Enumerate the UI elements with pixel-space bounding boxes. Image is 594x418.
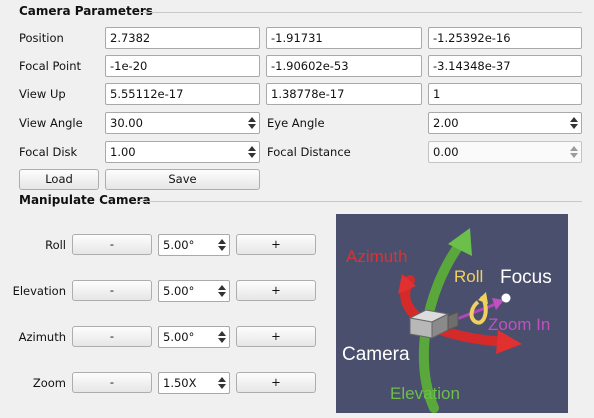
azimuth-step-spinbox[interactable]: 5.00° (158, 326, 230, 348)
eye-angle-label: Eye Angle (267, 116, 325, 130)
focal-disk-label: Focal Disk (19, 145, 78, 159)
diagram-roll-label: Roll (454, 267, 483, 286)
position-x-field[interactable]: 2.7382 (105, 27, 260, 49)
zoom-step-spinbox[interactable]: 1.50X (158, 372, 230, 394)
roll-step-spinbox[interactable]: 5.00° (158, 234, 230, 256)
azimuth-decrease-button[interactable]: - (72, 326, 152, 347)
diagram-zoom-in-label: Zoom In (488, 315, 550, 334)
spin-arrows-icon[interactable] (567, 142, 581, 162)
save-button[interactable]: Save (105, 169, 260, 190)
view-angle-spinbox[interactable]: 30.00 (105, 112, 260, 134)
diagram-elevation-label: Elevation (390, 384, 460, 403)
azimuth-increase-button[interactable]: + (236, 326, 316, 347)
focal-distance-spinbox[interactable]: 0.00 (428, 141, 582, 163)
group-divider (138, 12, 582, 13)
elevation-step-spinbox[interactable]: 5.00° (158, 280, 230, 302)
zoom-step-value: 1.50X (163, 376, 197, 390)
view-up-label: View Up (19, 87, 66, 101)
zoom-label: Zoom (32, 376, 66, 390)
group-divider (138, 201, 582, 202)
spin-arrows-icon[interactable] (245, 142, 259, 162)
manipulate-camera-title: Manipulate Camera (19, 193, 151, 207)
spin-arrows-icon[interactable] (215, 281, 229, 301)
diagram-camera-label: Camera (342, 344, 410, 365)
spin-arrows-icon[interactable] (215, 373, 229, 393)
focal-point-y-field[interactable]: -1.90602e-53 (266, 55, 422, 77)
view-angle-label: View Angle (19, 116, 83, 130)
camera-manipulation-diagram: Azimuth Roll Focus Zoom In Camera Elevat… (336, 214, 568, 413)
view-up-y-field[interactable]: 1.38778e-17 (266, 83, 422, 105)
elevation-decrease-button[interactable]: - (72, 280, 152, 301)
eye-angle-value: 2.00 (433, 116, 459, 130)
diagram-azimuth-label: Azimuth (346, 247, 407, 266)
view-up-x-field[interactable]: 5.55112e-17 (105, 83, 260, 105)
focus-point-icon (501, 293, 511, 303)
view-angle-value: 30.00 (110, 116, 143, 130)
position-y-field[interactable]: -1.91731 (266, 27, 422, 49)
focal-distance-value: 0.00 (433, 145, 459, 159)
spin-arrows-icon[interactable] (215, 327, 229, 347)
roll-step-value: 5.00° (163, 238, 195, 252)
camera-parameters-title: Camera Parameters (19, 4, 153, 18)
focal-disk-spinbox[interactable]: 1.00 (105, 141, 260, 163)
focal-distance-label: Focal Distance (267, 145, 351, 159)
spin-arrows-icon[interactable] (215, 235, 229, 255)
focal-point-z-field[interactable]: -3.14348e-37 (428, 55, 582, 77)
spin-arrows-icon[interactable] (245, 113, 259, 133)
zoom-decrease-button[interactable]: - (72, 372, 152, 393)
diagram-focus-label: Focus (500, 267, 552, 288)
spin-arrows-icon[interactable] (567, 113, 581, 133)
roll-decrease-button[interactable]: - (72, 234, 152, 255)
roll-label: Roll (45, 238, 66, 252)
roll-increase-button[interactable]: + (236, 234, 316, 255)
elevation-step-value: 5.00° (163, 284, 195, 298)
elevation-increase-button[interactable]: + (236, 280, 316, 301)
position-z-field[interactable]: -1.25392e-16 (428, 27, 582, 49)
azimuth-step-value: 5.00° (163, 330, 195, 344)
position-label: Position (19, 31, 64, 45)
azimuth-label: Azimuth (18, 330, 66, 344)
load-button[interactable]: Load (19, 169, 99, 190)
view-up-z-field[interactable]: 1 (428, 83, 582, 105)
elevation-label: Elevation (12, 284, 66, 298)
focal-point-label: Focal Point (19, 59, 82, 73)
zoom-increase-button[interactable]: + (236, 372, 316, 393)
eye-angle-spinbox[interactable]: 2.00 (428, 112, 582, 134)
focal-point-x-field[interactable]: -1e-20 (105, 55, 260, 77)
focal-disk-value: 1.00 (110, 145, 136, 159)
